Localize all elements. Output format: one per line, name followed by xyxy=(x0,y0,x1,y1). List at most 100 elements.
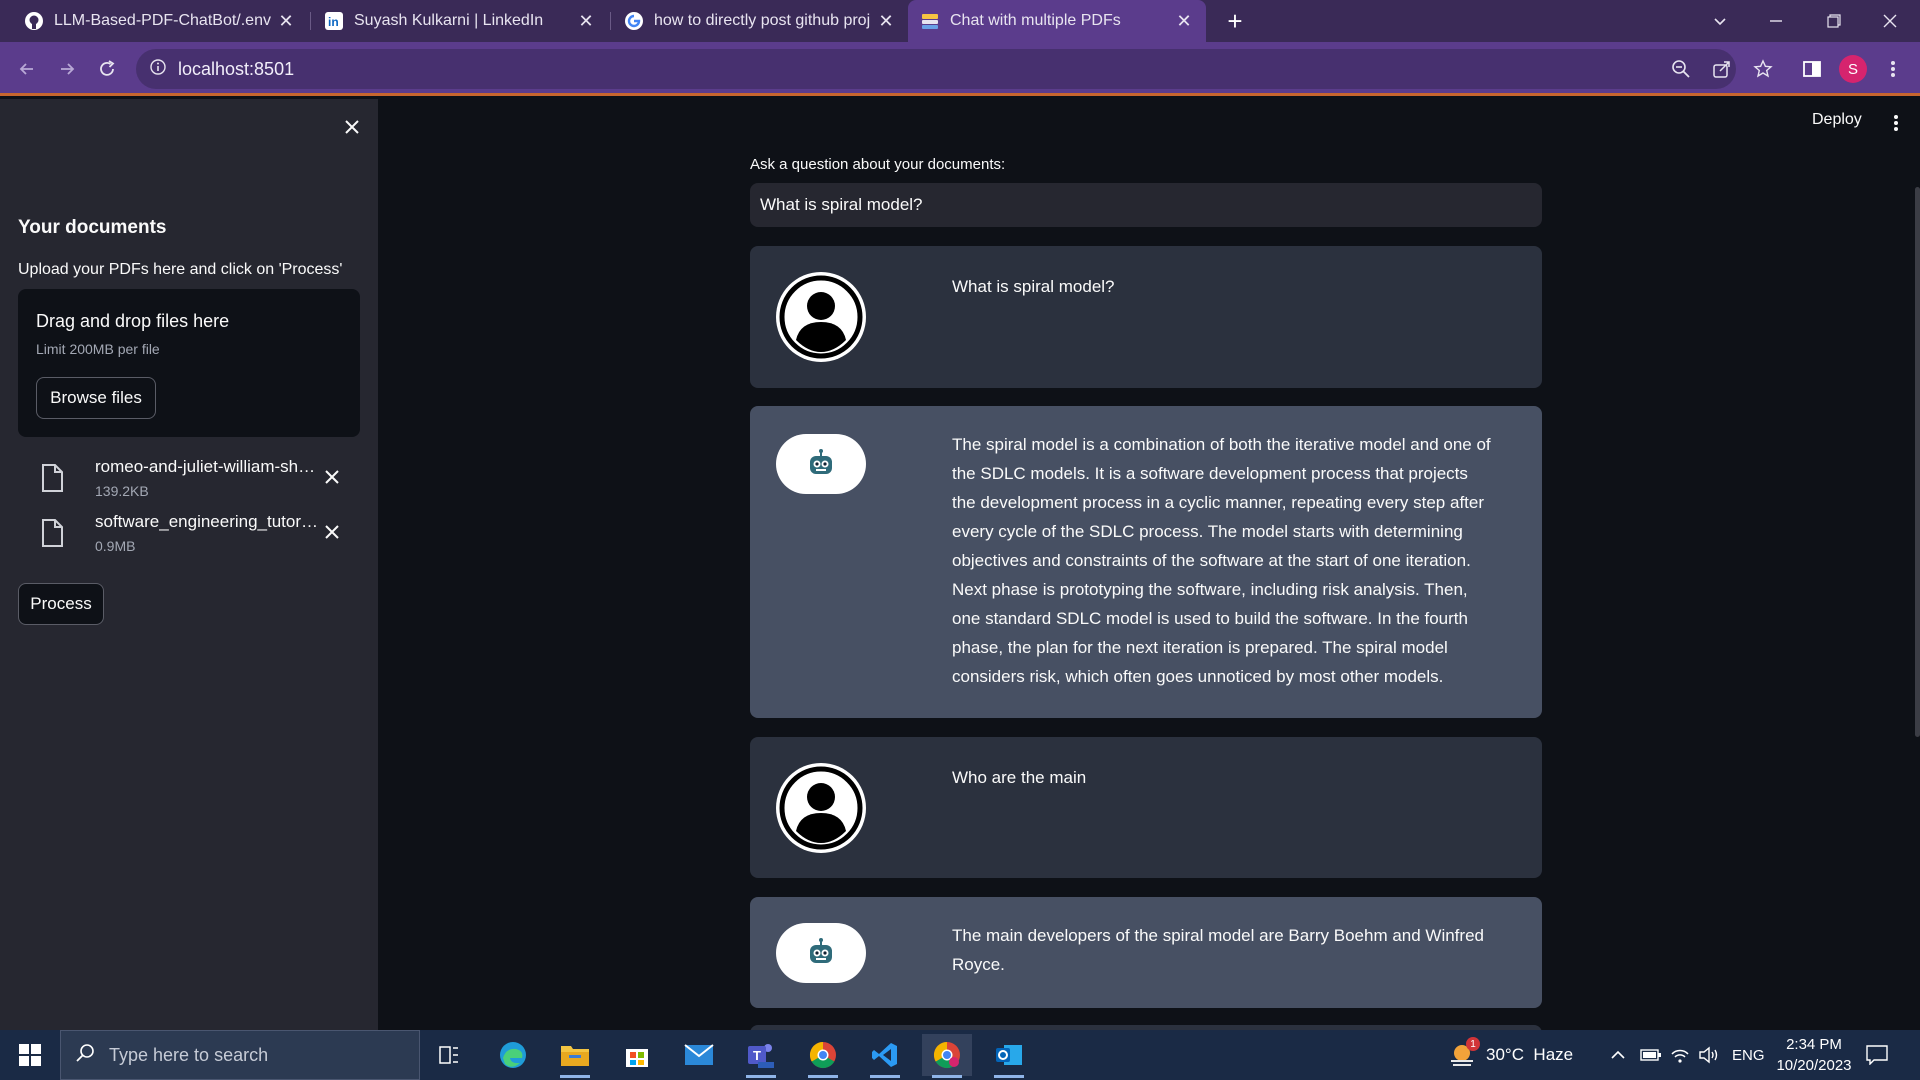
main-content: Deploy Ask a question about your documen… xyxy=(378,99,1920,1030)
close-sidebar-icon[interactable] xyxy=(338,113,366,141)
close-icon[interactable]: ✕ xyxy=(276,11,296,31)
show-hidden-icons-icon[interactable] xyxy=(1610,1030,1626,1080)
scrollbar[interactable] xyxy=(1915,187,1920,737)
user-avatar-icon xyxy=(776,272,866,362)
chat-message-user: Who are the main xyxy=(750,737,1542,878)
tab-title: Chat with multiple PDFs xyxy=(950,12,1121,29)
message-text: Who are the main xyxy=(952,768,1087,787)
sidebar: Your documents Upload your PDFs here and… xyxy=(0,99,378,1030)
close-icon[interactable]: ✕ xyxy=(1174,11,1194,31)
file-name: romeo-and-juliet-william-shakespeare.pdf xyxy=(95,457,320,476)
sidebar-title: Your documents xyxy=(18,217,167,238)
share-icon[interactable] xyxy=(1705,52,1739,86)
url-text: localhost:8501 xyxy=(178,58,295,79)
remove-file-icon[interactable] xyxy=(320,520,344,544)
file-explorer-icon[interactable] xyxy=(550,1034,600,1078)
address-bar[interactable]: localhost:8501 xyxy=(136,49,1736,89)
app-menu-icon[interactable] xyxy=(1886,111,1906,135)
tab-title: how to directly post github proj xyxy=(654,12,871,29)
side-panel-icon[interactable] xyxy=(1795,52,1829,86)
bot-avatar-icon xyxy=(776,923,866,983)
volume-icon[interactable] xyxy=(1698,1030,1720,1080)
back-icon[interactable] xyxy=(10,52,44,86)
message-text: The main developers of the spiral model … xyxy=(952,926,1484,974)
tab-linkedin[interactable]: in Suyash Kulkarni | LinkedIn ✕ xyxy=(312,0,608,42)
zoom-icon[interactable] xyxy=(1664,52,1698,86)
close-icon[interactable]: ✕ xyxy=(876,11,896,31)
file-dropzone[interactable]: Drag and drop files here Limit 200MB per… xyxy=(18,289,360,437)
clock-time: 2:34 PM xyxy=(1786,1036,1842,1053)
streamlit-icon xyxy=(920,11,940,31)
chrome-active-icon[interactable] xyxy=(922,1034,972,1078)
bot-avatar-icon xyxy=(776,434,866,494)
google-icon xyxy=(624,11,644,31)
deploy-button[interactable]: Deploy xyxy=(1812,111,1862,129)
vscode-icon[interactable] xyxy=(860,1034,910,1078)
tab-separator xyxy=(610,12,611,30)
tab-separator xyxy=(310,12,311,30)
github-icon xyxy=(24,11,44,31)
minimize-icon[interactable] xyxy=(1748,0,1804,42)
linkedin-icon: in xyxy=(324,11,344,31)
dropzone-limit: Limit 200MB per file xyxy=(36,341,160,357)
reload-icon[interactable] xyxy=(90,52,124,86)
edge-icon[interactable] xyxy=(488,1034,538,1076)
question-label: Ask a question about your documents: xyxy=(750,156,1006,173)
microsoft-store-icon[interactable] xyxy=(612,1034,662,1076)
search-placeholder: Type here to search xyxy=(109,1044,269,1065)
remove-file-icon[interactable] xyxy=(320,465,344,489)
tab-google[interactable]: how to directly post github proj ✕ xyxy=(612,0,908,42)
user-avatar-icon xyxy=(776,763,866,853)
svg-text:in: in xyxy=(328,15,339,29)
browser-toolbar: localhost:8501 S xyxy=(0,42,1920,96)
mail-icon[interactable] xyxy=(674,1034,724,1076)
windows-start-icon[interactable] xyxy=(0,1030,60,1080)
tab-chat-with-multiple-pdfs[interactable]: Chat with multiple PDFs ✕ xyxy=(908,0,1206,42)
message-text: The spiral model is a combination of bot… xyxy=(952,435,1491,686)
restore-icon[interactable] xyxy=(1806,0,1862,42)
weather-widget[interactable]: 1 30°C Haze xyxy=(1448,1030,1573,1080)
upload-instructions: Upload your PDFs here and click on 'Proc… xyxy=(18,261,343,278)
process-button[interactable]: Process xyxy=(18,583,104,625)
uploaded-file: romeo-and-juliet-william-shakespeare.pdf… xyxy=(40,455,360,505)
tab-title: LLM-Based-PDF-ChatBot/.env at xyxy=(54,12,276,29)
clock-date: 10/20/2023 xyxy=(1776,1057,1852,1074)
wifi-icon[interactable] xyxy=(1670,1030,1690,1080)
browse-files-button[interactable]: Browse files xyxy=(36,377,156,419)
chrome-profile-icon[interactable] xyxy=(798,1034,848,1078)
tab-github[interactable]: LLM-Based-PDF-ChatBot/.env at ✕ xyxy=(12,0,308,42)
window-close-icon[interactable] xyxy=(1862,0,1918,42)
new-tab-button[interactable]: + xyxy=(1220,6,1250,36)
dropzone-title: Drag and drop files here xyxy=(36,311,230,331)
battery-icon[interactable] xyxy=(1640,1030,1662,1080)
task-view-icon[interactable] xyxy=(424,1034,474,1076)
system-clock[interactable]: 2:34 PM 10/20/2023 xyxy=(1768,1034,1860,1076)
profile-avatar[interactable]: S xyxy=(1839,55,1867,83)
teams-icon[interactable]: T xyxy=(736,1034,786,1078)
uploaded-file: software_engineering_tutorial.pdf 0.9MB xyxy=(40,510,360,560)
chat-message-bot: The spiral model is a combination of bot… xyxy=(750,406,1542,718)
question-input[interactable] xyxy=(750,183,1542,227)
close-icon[interactable]: ✕ xyxy=(576,11,596,31)
browser-menu-icon[interactable] xyxy=(1876,52,1910,86)
chat-message-user: What is spiral model? xyxy=(750,246,1542,388)
file-icon xyxy=(40,518,70,552)
weather-alert-badge: 1 xyxy=(1466,1037,1480,1051)
outlook-icon[interactable] xyxy=(984,1034,1034,1078)
file-size: 139.2KB xyxy=(95,483,149,499)
file-name: software_engineering_tutorial.pdf xyxy=(95,512,320,531)
file-icon xyxy=(40,463,70,497)
taskbar-search-input[interactable]: Type here to search xyxy=(60,1030,420,1080)
search-icon xyxy=(75,1043,95,1068)
bookmark-star-icon[interactable] xyxy=(1746,52,1780,86)
site-info-icon[interactable] xyxy=(150,58,166,80)
tab-title: Suyash Kulkarni | LinkedIn xyxy=(354,12,544,29)
message-text: What is spiral model? xyxy=(952,277,1115,296)
language-indicator[interactable]: ENG xyxy=(1732,1030,1765,1080)
forward-icon[interactable] xyxy=(50,52,84,86)
browser-tab-bar: LLM-Based-PDF-ChatBot/.env at ✕ in Suyas… xyxy=(0,0,1920,42)
weather-text: 30°C Haze xyxy=(1486,1045,1574,1064)
notifications-icon[interactable] xyxy=(1866,1030,1888,1080)
svg-text:T: T xyxy=(753,1048,761,1063)
tab-search-icon[interactable] xyxy=(1692,0,1748,42)
